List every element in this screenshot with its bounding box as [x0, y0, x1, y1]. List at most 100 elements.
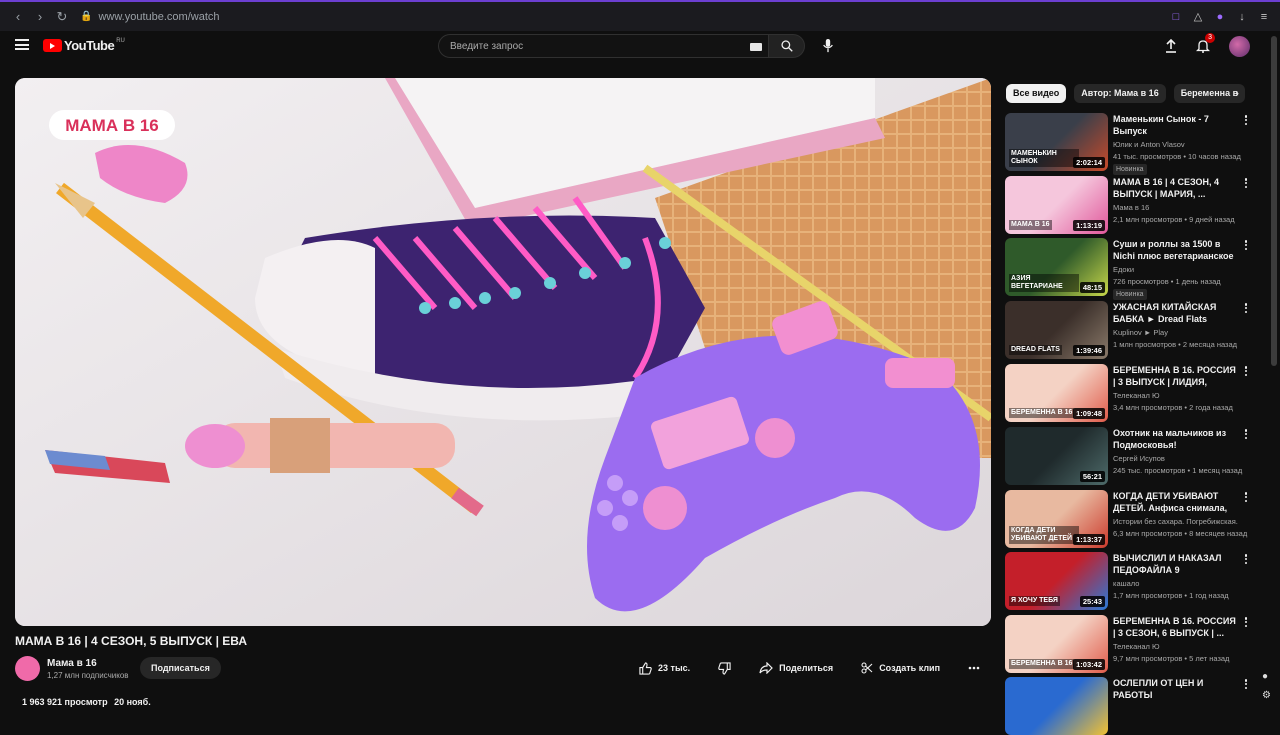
channel-name[interactable]: кашало [1113, 578, 1250, 590]
reload-icon[interactable]: ↻ [52, 7, 72, 27]
logo-text: YouTube [64, 38, 115, 53]
lipstick-illustration [185, 418, 455, 473]
recommendation-item[interactable]: 56:21 Охотник на мальчиков из Подмосковья… [1005, 427, 1250, 485]
keyboard-icon[interactable] [750, 43, 762, 51]
recommendation-item[interactable]: БЕРЕМЕННА В 16 1:03:42 БЕРЕМЕННА В 16. РОС… [1005, 615, 1250, 673]
channel-name[interactable]: Kuplinov ► Play [1113, 327, 1250, 339]
chip-author[interactable]: Автор: Мама в 16 [1074, 83, 1166, 103]
video-thumbnail[interactable]: Я ХОЧУ ТЕБЯ 25:43 [1005, 552, 1108, 610]
recommendation-item[interactable]: Я ХОЧУ ТЕБЯ 25:43 ВЫЧИСЛИЛ И НАКАЗАЛ ПЕДОФ… [1005, 552, 1250, 610]
more-options-icon[interactable] [1242, 678, 1250, 690]
microphone-icon[interactable]: ● [1262, 671, 1271, 682]
like-button[interactable]: 23 тыс. [629, 657, 700, 679]
channel-avatar[interactable] [15, 656, 40, 681]
channel-name[interactable]: Едоки [1113, 264, 1250, 276]
video-title[interactable]: БЕРЕМЕННА В 16. РОССИЯ | 3 СЕЗОН, 6 ВЫПУ… [1113, 615, 1237, 639]
video-title[interactable]: УЖАСНАЯ КИТАЙСКАЯ БАБКА ► Dread Flats [1113, 301, 1237, 325]
thumbs-up-icon [639, 661, 652, 675]
video-thumbnail[interactable]: БЕРЕМЕННА В 16 1:03:42 [1005, 615, 1108, 673]
channel-name[interactable]: Телеканал Ю [1113, 641, 1250, 653]
channel-name[interactable]: Телеканал Ю [1113, 390, 1250, 402]
address-bar[interactable]: 🔒 www.youtube.com/watch [80, 11, 220, 23]
recommendation-chips: Все видео Автор: Мама в 16 Беременна в [1006, 83, 1246, 103]
chip-all-videos[interactable]: Все видео [1006, 83, 1067, 103]
channel-name[interactable]: Юлик и Anton Vlasov [1113, 139, 1250, 151]
recommendation-item[interactable]: DREAD FLATS 1:39:46 УЖАСНАЯ КИТАЙСКАЯ БАБК… [1005, 301, 1250, 359]
video-title[interactable]: КОГДА ДЕТИ УБИВАЮТ ДЕТЕЙ. Анфиса снимала… [1113, 490, 1237, 514]
subscriber-count: 1,27 млн подписчиков [47, 671, 129, 680]
more-options-icon[interactable] [1242, 239, 1250, 251]
create-clip-label: Создать клип [879, 663, 940, 673]
more-options-icon[interactable] [1242, 114, 1250, 126]
extensions-icon[interactable]: △ [1190, 9, 1206, 25]
video-thumbnail[interactable]: 56:21 [1005, 427, 1108, 485]
forward-icon[interactable]: › [30, 7, 50, 27]
more-options-icon[interactable] [1242, 365, 1250, 377]
youtube-logo[interactable]: YouTube RU [43, 38, 125, 53]
chevron-right-icon[interactable]: › [1229, 85, 1245, 101]
search-input[interactable]: Введите запрос [438, 34, 768, 58]
recommendation-item[interactable]: МАМЕНЬКИН СЫНОК 2:02:14 Маменькин Сынок - … [1005, 113, 1250, 175]
video-title: МАМА В 16 | 4 СЕЗОН, 5 ВЫПУСК | ЕВА [15, 634, 248, 648]
video-thumbnail[interactable]: БЕРЕМЕННА В 16 1:09:48 [1005, 364, 1108, 422]
video-thumbnail[interactable]: МАМЕНЬКИН СЫНОК 2:02:14 [1005, 113, 1108, 171]
recommendation-item[interactable]: БЕРЕМЕННА В 16 1:09:48 БЕРЕМЕННА В 16. РОС… [1005, 364, 1250, 422]
video-title[interactable]: ОСЛЕПЛИ ОТ ЦЕН И РАБОТЫ [1113, 677, 1237, 701]
settings-icon[interactable]: ⚙ [1262, 690, 1271, 701]
share-button[interactable]: Поделиться [749, 657, 843, 679]
video-title[interactable]: МАМА В 16 | 4 СЕЗОН, 4 ВЫПУСК | МАРИЯ, .… [1113, 176, 1237, 200]
video-thumbnail[interactable]: АЗИЯ ВЕГЕТАРИАНЕ 48:15 [1005, 238, 1108, 296]
create-clip-button[interactable]: Создать клип [851, 657, 950, 679]
notifications-button[interactable]: 3 [1191, 33, 1215, 58]
search-icon [780, 40, 793, 52]
recommendation-item[interactable]: МАМА В 16 1:13:19 МАМА В 16 | 4 СЕЗОН, 4 В… [1005, 176, 1250, 234]
more-options-icon[interactable] [1242, 553, 1250, 565]
recommendation-item[interactable]: АЗИЯ ВЕГЕТАРИАНЕ 48:15 Суши и роллы за 150… [1005, 238, 1250, 300]
sidebar-icon[interactable]: □ [1168, 9, 1184, 25]
more-options-icon[interactable] [1242, 302, 1250, 314]
dislike-button[interactable] [708, 657, 741, 679]
video-title[interactable]: ВЫЧИСЛИЛ И НАКАЗАЛ ПЕДОФАЙЛА 9 (МОНТАЖЕР… [1113, 552, 1237, 576]
more-options-icon[interactable] [1242, 177, 1250, 189]
video-thumbnail[interactable]: DREAD FLATS 1:39:46 [1005, 301, 1108, 359]
channel-name[interactable]: Мама в 16 [1113, 202, 1250, 214]
video-stats: 726 просмотров • 1 день назад [1113, 277, 1221, 286]
video-title[interactable]: БЕРЕМЕННА В 16. РОССИЯ | 3 ВЫПУСК | ЛИДИ… [1113, 364, 1237, 388]
more-options-icon[interactable] [1242, 491, 1250, 503]
channel-name[interactable]: Мама в 16 [47, 658, 97, 669]
channel-name[interactable]: Истории без сахара. Погребижская. [1113, 516, 1250, 528]
more-actions-button[interactable] [958, 657, 990, 679]
publish-date: 20 нояб. [114, 697, 151, 707]
channel-name[interactable]: Сергей Исупов [1113, 453, 1250, 465]
video-stats: 245 тыс. просмотров • 1 месяц назад [1113, 466, 1243, 475]
region-code: RU [116, 38, 125, 44]
profile-icon[interactable]: ● [1212, 9, 1228, 25]
scissors-icon [861, 662, 873, 674]
recommendation-item[interactable]: ОСЛЕПЛИ ОТ ЦЕН И РАБОТЫ [1005, 677, 1250, 735]
video-thumbnail[interactable]: КОГДА ДЕТИ УБИВАЮТ ДЕТЕЙ 1:13:37 [1005, 490, 1108, 548]
hamburger-menu-icon[interactable] [15, 39, 29, 50]
video-thumbnail[interactable]: МАМА В 16 1:13:19 [1005, 176, 1108, 234]
account-avatar[interactable] [1229, 35, 1250, 57]
search-box: Введите запрос [438, 34, 805, 58]
download-icon[interactable]: ↓ [1234, 9, 1250, 25]
search-button[interactable] [768, 34, 805, 58]
subscribe-button[interactable]: Подписаться [140, 657, 221, 679]
page-scrollbar[interactable] [1271, 36, 1277, 366]
upload-button[interactable] [1159, 34, 1183, 58]
video-player[interactable]: МАМА В 16 [15, 78, 991, 626]
video-title[interactable]: Суши и роллы за 1500 в Nichi плюс вегета… [1113, 238, 1237, 262]
more-options-icon[interactable] [1242, 428, 1250, 440]
view-count: 1 963 921 просмотр [22, 697, 108, 707]
new-badge: Новинка [1113, 164, 1147, 175]
voice-search-button[interactable] [816, 34, 840, 58]
video-title[interactable]: Маменькин Сынок - 7 Выпуск [1113, 113, 1237, 137]
recommendation-item[interactable]: КОГДА ДЕТИ УБИВАЮТ ДЕТЕЙ 1:13:37 КОГДА ДЕТ… [1005, 490, 1250, 548]
video-title[interactable]: Охотник на мальчиков из Подмосковья! [1113, 427, 1237, 451]
thumbnail-caption: МАМЕНЬКИН СЫНОК [1009, 149, 1079, 167]
video-thumbnail[interactable] [1005, 677, 1108, 735]
menu-icon[interactable]: ≡ [1256, 9, 1272, 25]
more-options-icon[interactable] [1242, 616, 1250, 628]
back-icon[interactable]: ‹ [8, 7, 28, 27]
view-info[interactable]: 1 963 921 просмотр 20 нояб. [22, 697, 155, 707]
